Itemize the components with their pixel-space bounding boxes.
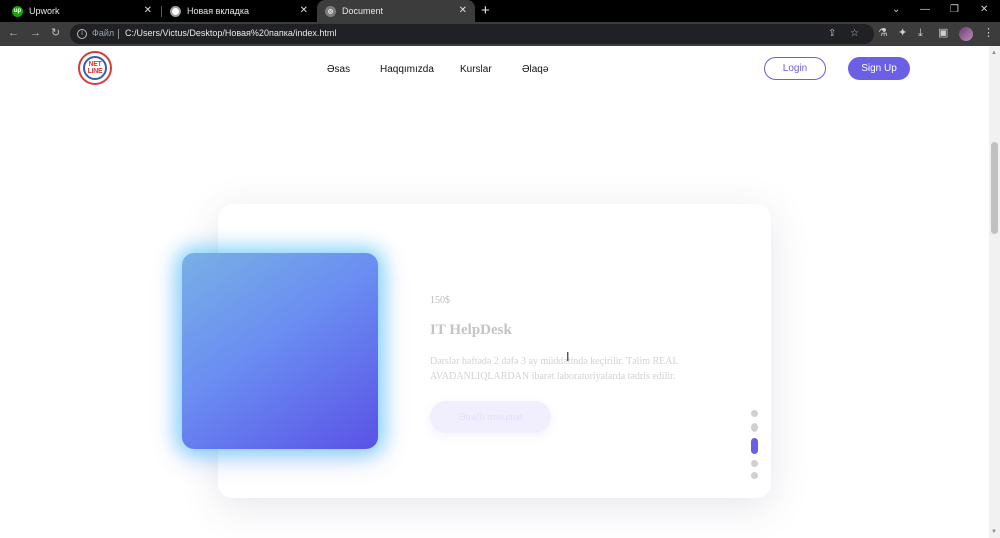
side-panel-icon[interactable]: ▣ [938,27,948,40]
browser-toolbar: ← → ↻ i Файл C:/Users/Victus/Desktop/Нов… [0,22,1000,46]
info-icon[interactable]: i [77,29,87,39]
course-card-content: 150$ IT HelpDesk Dərslər həftədə 2 dəfə … [430,295,730,384]
scrollbar-thumb[interactable] [991,142,998,234]
tab-title: Новая вкладка [187,6,250,16]
signup-button[interactable]: Sign Up [848,57,910,80]
nav-link-courses[interactable]: Kurslar [460,64,492,75]
chrome-icon [170,5,181,17]
logo-text: NET LINE [87,61,103,75]
course-image [182,253,378,449]
nav-link-home[interactable]: Əsas [327,64,350,75]
restore-icon[interactable]: ❐ [950,4,959,15]
tab-upwork[interactable]: up Upwork ✕ [4,0,160,22]
address-divider [118,29,119,39]
forward-icon[interactable]: → [30,27,41,40]
scroll-down-icon[interactable]: ▼ [991,529,997,535]
tab-title: Upwork [29,6,60,16]
nav-link-about[interactable]: Haqqımızda [380,64,434,75]
tab-new[interactable]: Новая вкладка ✕ [162,0,316,22]
page-viewport: NET LINE Əsas Haqqımızda Kurslar Əlaqə L… [0,46,989,538]
slider-dot[interactable] [751,472,758,479]
course-description: Dərslər həftədə 2 dəfə 3 ay müddətində k… [430,356,679,382]
share-icon[interactable]: ⇪ [828,28,836,40]
nav-link-contact[interactable]: Əlaqə [522,64,548,75]
login-button[interactable]: Login [764,57,826,80]
browser-tab-bar: up Upwork ✕ Новая вкладка ✕ ◎ Document ✕… [0,0,1000,22]
puzzle-icon[interactable]: ✦ [898,27,907,40]
page-scrollbar[interactable]: ▲ ▼ [989,46,1000,538]
address-scheme-label: Файл [92,28,115,38]
address-url[interactable]: C:/Users/Victus/Desktop/Новая%20папка/in… [125,28,336,38]
slider-dot-active[interactable] [751,438,758,454]
site-logo[interactable]: NET LINE [78,51,112,85]
course-title: IT HelpDesk [430,322,512,338]
new-tab-button[interactable]: + [481,2,490,20]
address-bar[interactable]: i Файл C:/Users/Victus/Desktop/Новая%20п… [70,24,874,44]
tab-document[interactable]: ◎ Document ✕ [317,0,475,22]
slider-dot[interactable] [751,410,758,417]
scroll-up-icon[interactable]: ▲ [991,50,997,56]
close-window-icon[interactable]: ✕ [980,4,988,15]
tab-title: Document [342,6,384,16]
extension-icon[interactable]: ⚗ [878,27,888,40]
back-icon[interactable]: ← [8,27,19,40]
slider-dot[interactable] [751,423,758,432]
globe-icon: ◎ [325,5,336,17]
upwork-icon: up [12,5,23,17]
tab-search-icon[interactable]: ⌄ [892,4,900,15]
course-price: 150$ [430,295,450,306]
download-icon[interactable]: ⤓ [918,27,923,40]
minimize-icon[interactable]: — [920,4,930,15]
profile-avatar[interactable] [959,27,973,41]
menu-kebab-icon[interactable]: ⋮ [983,27,994,40]
bookmark-star-icon[interactable]: ☆ [850,28,859,40]
close-tab-icon[interactable]: ✕ [459,5,467,17]
more-info-button[interactable]: Ətraflı məlumat [430,401,551,433]
close-tab-icon[interactable]: ✕ [300,5,308,17]
close-tab-icon[interactable]: ✕ [144,5,152,17]
reload-icon[interactable]: ↻ [51,27,60,40]
text-cursor-icon: I [566,350,570,364]
slider-dot[interactable] [751,460,758,467]
